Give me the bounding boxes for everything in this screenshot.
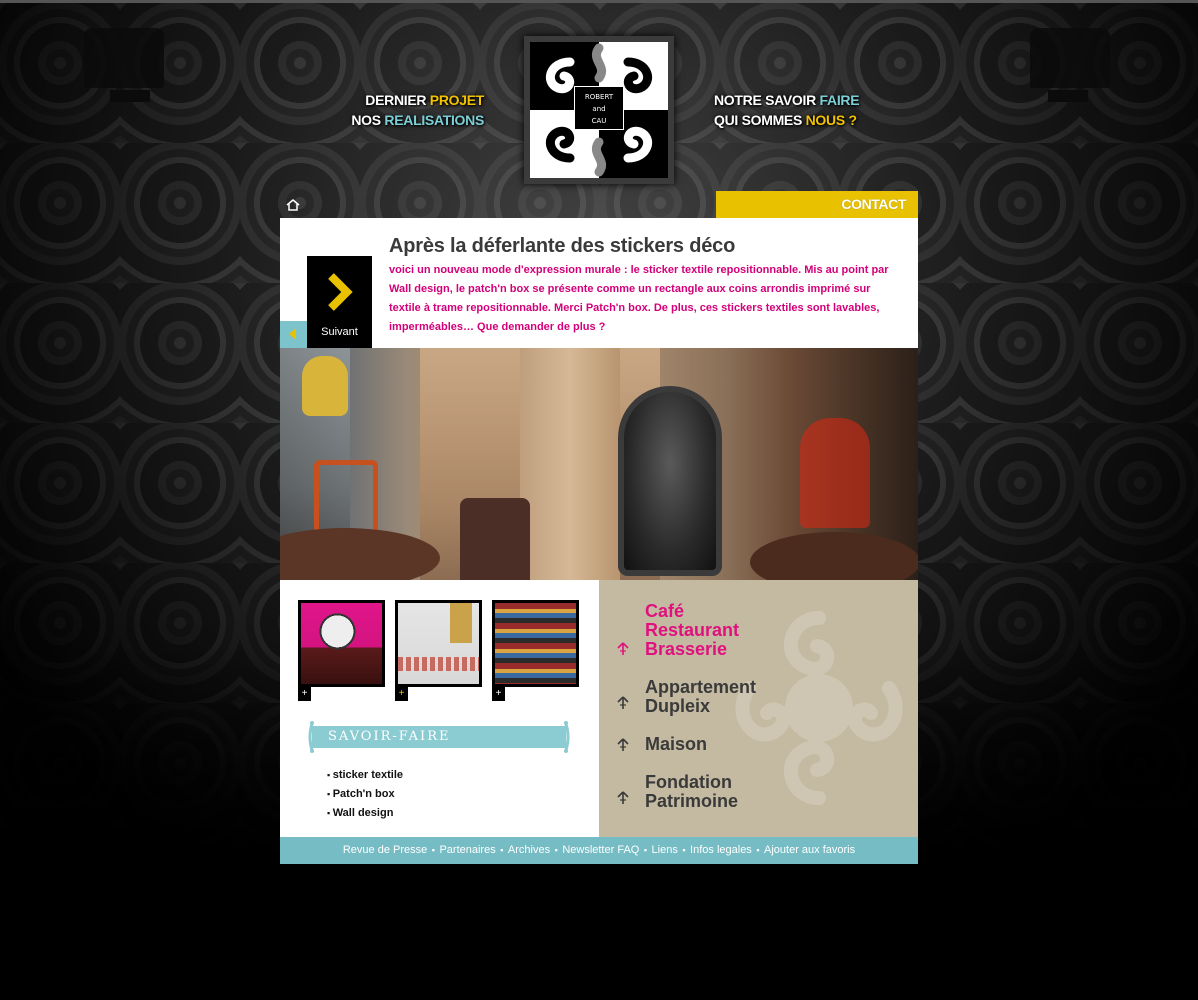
footer-link-infos-legales[interactable]: Infos legales: [690, 844, 752, 856]
arrow-up-icon: [617, 642, 629, 655]
list-item[interactable]: Wall design: [327, 804, 403, 823]
hero-photo-red-glass: [800, 418, 870, 528]
chevron-right-icon: [328, 273, 353, 311]
nav-nos-realisations-label: NOS: [351, 112, 385, 128]
thumbnail-image-lettering: [398, 603, 479, 684]
savoir-faire-list: sticker textile Patch'n box Wall design: [327, 766, 403, 823]
arrow-up-icon: [617, 738, 629, 751]
thumbnail-plus-button[interactable]: +: [492, 687, 505, 701]
category-label-line: Dupleix: [645, 696, 711, 716]
robert-and-cau-logo: ROBERT and CAU: [530, 42, 668, 178]
wall-lamp-left: [84, 28, 164, 88]
footer-separator: ▪: [429, 845, 438, 855]
top-nav-right: NOTRE SAVOIR FAIRE QUI SOMMES NOUS ?: [714, 90, 874, 130]
category-label: Maison: [645, 735, 707, 754]
nav-notre-savoir-faire[interactable]: NOTRE SAVOIR FAIRE: [714, 90, 874, 110]
category-label-line: Fondation: [645, 772, 732, 792]
footer-links: Revue de Presse ▪ Partenaires ▪ Archives…: [280, 837, 918, 864]
main-content: Suivant Après la déferlante des stickers…: [280, 218, 918, 864]
category-label-line: Café: [645, 601, 685, 621]
nav-nos-realisations-highlight: REALISATIONS: [384, 112, 484, 128]
news-title: Après la déferlante des stickers déco: [389, 235, 736, 257]
nav-qui-sommes-nous-label: QUI SOMMES: [714, 112, 806, 128]
list-item[interactable]: Patch'n box: [327, 785, 403, 804]
wall-lamp-arm-left: [110, 90, 150, 102]
nav-qui-sommes-nous[interactable]: QUI SOMMES NOUS ?: [714, 110, 874, 130]
nav-dernier-projet-label: DERNIER: [365, 92, 430, 108]
logo-line-and: and: [592, 105, 606, 113]
category-label: Café Restaurant Brasserie: [645, 602, 739, 659]
hero-photo-scooter: [302, 356, 348, 416]
logo-wordmark: ROBERT and CAU: [574, 86, 624, 130]
footer-link-ajouter-aux-favoris[interactable]: Ajouter aux favoris: [764, 844, 855, 856]
footer-separator: ▪: [552, 845, 561, 855]
arrow-up-icon: [617, 791, 629, 804]
project-thumbnail[interactable]: +: [298, 600, 385, 701]
nav-qui-sommes-nous-highlight: NOUS ?: [805, 112, 857, 128]
next-label: Suivant: [321, 326, 358, 338]
nav-nos-realisations[interactable]: NOS REALISATIONS: [348, 110, 484, 130]
news-slider: Suivant Après la déferlante des stickers…: [280, 218, 918, 348]
category-label-line: Restaurant: [645, 620, 740, 640]
footer-link-revue-de-presse[interactable]: Revue de Presse: [343, 844, 427, 856]
logo-frame[interactable]: ROBERT and CAU: [524, 36, 674, 184]
next-button[interactable]: Suivant: [307, 256, 372, 348]
previous-button[interactable]: [280, 321, 307, 348]
top-nav-left: DERNIER PROJET NOS REALISATIONS: [348, 90, 484, 130]
hero-photo-baroque-chair: [618, 386, 722, 576]
project-thumbnail[interactable]: +: [492, 600, 579, 701]
thumbnail-image-cafe: [301, 603, 382, 684]
projects-panel: + + + SAVOIR-FAIRE sticker textile Pat: [280, 580, 599, 837]
hero-photo: [280, 348, 918, 580]
wall-lamp-right: [1030, 28, 1110, 88]
categories-panel: Café Restaurant Brasserie Appartement Du…: [599, 580, 918, 837]
savoir-faire-banner: SAVOIR-FAIRE: [308, 720, 570, 754]
logo-line-cau: CAU: [591, 117, 607, 125]
footer-separator: ▪: [641, 845, 650, 855]
home-icon[interactable]: [286, 199, 300, 211]
nav-notre-savoir-faire-highlight: FAIRE: [819, 92, 860, 108]
footer-link-newsletter-faq[interactable]: Newsletter FAQ: [562, 844, 639, 856]
savoir-faire-title: SAVOIR-FAIRE: [328, 729, 451, 744]
news-body: voici un nouveau mode d'expression mural…: [389, 264, 889, 333]
nav-bar: CONTACT: [280, 191, 918, 218]
category-label-line: Maison: [645, 734, 708, 754]
contact-label: CONTACT: [841, 196, 906, 212]
footer-separator: ▪: [497, 845, 506, 855]
nav-dernier-projet[interactable]: DERNIER PROJET: [348, 90, 484, 110]
category-label: Appartement Dupleix: [645, 678, 756, 716]
footer-link-liens[interactable]: Liens: [652, 844, 678, 856]
hero-photo-leather-chair: [460, 498, 530, 580]
category-label: Fondation Patrimoine: [645, 773, 738, 811]
wall-lamp-arm-right: [1048, 90, 1088, 102]
arrow-up-icon: [617, 696, 629, 709]
footer-link-archives[interactable]: Archives: [508, 844, 550, 856]
nav-notre-savoir-faire-label: NOTRE SAVOIR: [714, 92, 820, 108]
footer-separator: ▪: [679, 845, 689, 855]
chevron-left-icon: [289, 328, 296, 340]
category-label-line: Appartement: [645, 677, 757, 697]
contact-tab[interactable]: CONTACT: [716, 191, 918, 218]
hero-photo-pillar: [520, 348, 620, 580]
category-label-line: Patrimoine: [645, 791, 739, 811]
nav-dernier-projet-highlight: PROJET: [429, 92, 485, 108]
footer-separator: ▪: [753, 845, 763, 855]
thumbnail-plus-button[interactable]: +: [395, 687, 408, 701]
thumbnail-plus-button[interactable]: +: [298, 687, 311, 701]
hero-photo-table-right: [750, 532, 918, 580]
project-thumbnail[interactable]: +: [395, 600, 482, 701]
thumbnail-image-bookshelf: [495, 603, 576, 684]
category-label-line: Brasserie: [645, 639, 728, 659]
list-item[interactable]: sticker textile: [327, 766, 403, 785]
logo-line-robert: ROBERT: [584, 93, 614, 101]
footer-link-partenaires[interactable]: Partenaires: [439, 844, 495, 856]
hero-photo-table-left: [280, 528, 440, 580]
